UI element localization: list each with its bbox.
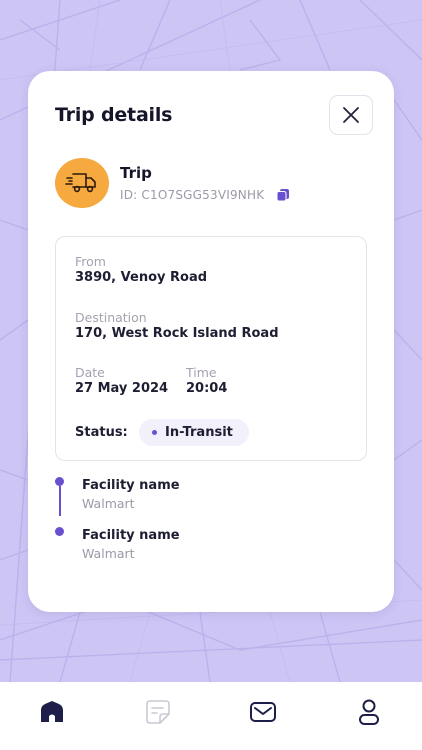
- status-badge: In-Transit: [139, 419, 249, 446]
- bottom-navigation: [0, 682, 422, 750]
- home-icon: [41, 701, 63, 722]
- status-label: Status:: [75, 425, 128, 440]
- mail-icon: [250, 702, 276, 722]
- nav-documents[interactable]: [138, 694, 178, 730]
- date-value: 27 May 2024: [75, 381, 169, 396]
- trip-details-card: Trip details Trip ID: C1O7SGG53VI9NHK Fr…: [28, 71, 394, 612]
- nav-home[interactable]: [32, 694, 72, 730]
- time-label: Time: [186, 365, 217, 380]
- nav-messages[interactable]: [243, 694, 283, 730]
- truck-icon-badge: [55, 158, 109, 208]
- document-icon: [146, 700, 170, 724]
- facility-name-label: Facility name: [82, 478, 180, 493]
- trip-id: ID: C1O7SGG53VI9NHK: [120, 188, 290, 202]
- timeline-line: [59, 486, 61, 516]
- trip-id-text: ID: C1O7SGG53VI9NHK: [120, 188, 265, 202]
- facility-name-label: Facility name: [82, 528, 180, 543]
- facility-name-value: Walmart: [82, 496, 135, 511]
- close-icon: [343, 107, 359, 123]
- trip-label: Trip: [120, 164, 152, 182]
- date-label: Date: [75, 365, 105, 380]
- copy-icon-svg: [276, 189, 290, 202]
- trip-info-box: From 3890, Venoy Road Destination 170, W…: [55, 236, 367, 461]
- from-label: From: [75, 254, 106, 269]
- timeline-dot: [55, 477, 64, 486]
- destination-label: Destination: [75, 310, 147, 325]
- facility-name-value: Walmart: [82, 546, 135, 561]
- time-value: 20:04: [186, 381, 228, 396]
- close-button[interactable]: [329, 95, 373, 135]
- nav-profile[interactable]: [349, 694, 389, 730]
- from-value: 3890, Venoy Road: [75, 270, 208, 285]
- destination-value: 170, West Rock Island Road: [75, 326, 279, 341]
- card-title: Trip details: [55, 104, 173, 126]
- status-dot: [152, 430, 157, 435]
- status-value: In-Transit: [165, 425, 233, 440]
- copy-icon[interactable]: [276, 188, 290, 202]
- timeline-dot: [55, 527, 64, 536]
- user-icon: [359, 699, 379, 725]
- truck-icon: [65, 173, 96, 193]
